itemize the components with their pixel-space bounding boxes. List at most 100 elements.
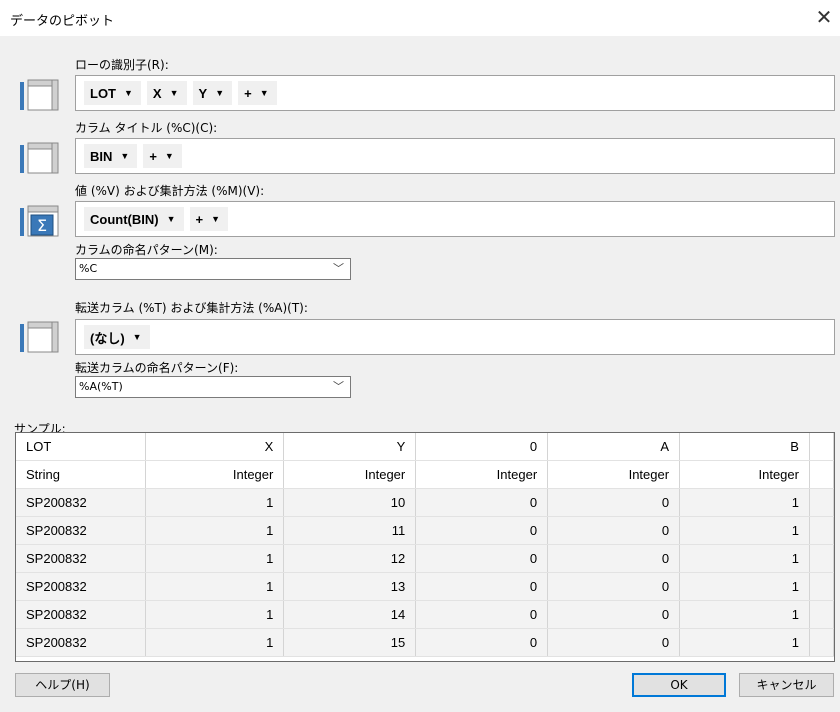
ok-button[interactable]: OK <box>632 673 726 697</box>
table-cell: 13 <box>283 572 417 601</box>
table-cell: 0 <box>415 628 549 657</box>
table-cell: 1 <box>145 516 285 545</box>
transfer-icon <box>16 320 64 356</box>
table-cell: 0 <box>415 600 549 629</box>
chevron-down-icon: ▼ <box>166 214 176 224</box>
table-cell: SP200832 <box>16 600 147 629</box>
grid-filler <box>809 460 834 489</box>
row-chip-y[interactable]: Y ▼ <box>192 81 233 105</box>
chevron-down-icon: ﹀ <box>333 380 344 393</box>
chevron-down-icon: ▼ <box>132 332 142 342</box>
chevron-down-icon: ▼ <box>215 88 225 98</box>
column-titles-label: カラム タイトル (%C)(C): <box>75 121 218 135</box>
value-chip-count-bin[interactable]: Count(BIN) ▼ <box>84 207 184 231</box>
sigma-icon: Σ <box>16 204 64 240</box>
column-type: Integer <box>415 460 549 489</box>
table-row: SP200832 1 11 0 0 1 <box>16 516 834 545</box>
table-cell: SP200832 <box>16 572 147 601</box>
table-cell: 1 <box>679 572 810 601</box>
svg-text:Σ: Σ <box>37 216 47 235</box>
column-type: Integer <box>679 460 810 489</box>
table-cell: 14 <box>283 600 417 629</box>
table-cell: 0 <box>547 628 681 657</box>
transfer-columns-dropzone[interactable]: (なし) ▼ <box>75 319 835 355</box>
grid-filler <box>809 516 834 545</box>
column-header[interactable]: 0 <box>415 433 549 461</box>
table-row: SP200832 1 10 0 0 1 <box>16 488 834 517</box>
row-chip-x[interactable]: X ▼ <box>146 81 187 105</box>
columns-icon <box>16 141 64 177</box>
transfer-chip-none[interactable]: (なし) ▼ <box>84 325 150 349</box>
row-identifiers-dropzone[interactable]: LOT ▼ X ▼ Y ▼ + ▼ <box>75 75 835 111</box>
grid-filler <box>809 488 834 517</box>
column-header[interactable]: A <box>547 433 681 461</box>
table-cell: 1 <box>679 600 810 629</box>
grid-filler <box>809 572 834 601</box>
table-cell: 0 <box>415 572 549 601</box>
table-cell: 1 <box>679 516 810 545</box>
column-type: Integer <box>283 460 417 489</box>
chevron-down-icon: ▼ <box>259 88 269 98</box>
table-cell: SP200832 <box>16 516 147 545</box>
column-naming-value: %C <box>79 262 98 275</box>
values-label: 値 (%V) および集計方法 (%M)(V): <box>75 184 265 198</box>
table-cell: 15 <box>283 628 417 657</box>
column-header[interactable]: LOT <box>16 433 147 461</box>
transfer-columns-label: 転送カラム (%T) および集計方法 (%A)(T): <box>75 301 308 315</box>
column-naming-combo[interactable]: %C ﹀ <box>75 258 351 280</box>
row-identifiers-label: ローの識別子(R): <box>75 58 169 72</box>
transfer-naming-combo[interactable]: %A(%T) ﹀ <box>75 376 351 398</box>
column-type: Integer <box>547 460 681 489</box>
help-button[interactable]: ヘルプ(H) <box>15 673 110 697</box>
type-row: String Integer Integer Integer Integer I… <box>16 460 834 489</box>
table-cell: 1 <box>145 628 285 657</box>
table-cell: SP200832 <box>16 488 147 517</box>
row-add-chip[interactable]: + ▼ <box>238 81 277 105</box>
grid-filler <box>809 544 834 573</box>
table-row: SP200832 1 12 0 0 1 <box>16 544 834 573</box>
table-cell: 1 <box>145 488 285 517</box>
sample-grid[interactable]: LOT X Y 0 A B String Integer Integer Int… <box>15 432 835 662</box>
column-header[interactable]: B <box>679 433 810 461</box>
value-add-chip[interactable]: + ▼ <box>189 207 229 231</box>
chevron-down-icon: ▼ <box>164 151 174 161</box>
table-row: SP200832 1 14 0 0 1 <box>16 600 834 629</box>
transfer-naming-label: 転送カラムの命名パターン(F): <box>75 361 239 375</box>
row-chip-lot[interactable]: LOT ▼ <box>84 81 141 105</box>
chevron-down-icon: ﹀ <box>333 262 344 275</box>
grid-filler <box>809 600 834 629</box>
close-icon[interactable]: ✕ <box>812 4 836 30</box>
table-cell: 1 <box>679 544 810 573</box>
sample-table: LOT X Y 0 A B String Integer Integer Int… <box>16 433 834 657</box>
transfer-naming-value: %A(%T) <box>79 380 123 393</box>
table-cell: 1 <box>145 544 285 573</box>
chevron-down-icon: ▼ <box>211 214 221 224</box>
column-add-chip[interactable]: + ▼ <box>143 144 182 168</box>
table-row: SP200832 1 13 0 0 1 <box>16 572 834 601</box>
table-cell: 11 <box>283 516 417 545</box>
grid-filler <box>809 433 834 461</box>
table-cell: SP200832 <box>16 544 147 573</box>
column-titles-dropzone[interactable]: BIN ▼ + ▼ <box>75 138 835 174</box>
table-cell: 0 <box>547 488 681 517</box>
table-cell: 10 <box>283 488 417 517</box>
column-header[interactable]: X <box>145 433 285 461</box>
values-dropzone[interactable]: Count(BIN) ▼ + ▼ <box>75 201 835 237</box>
cancel-button[interactable]: キャンセル <box>739 673 834 697</box>
column-naming-label: カラムの命名パターン(M): <box>75 243 218 257</box>
column-type: Integer <box>145 460 285 489</box>
table-cell: 0 <box>415 488 549 517</box>
column-header[interactable]: Y <box>283 433 417 461</box>
header-row: LOT X Y 0 A B <box>16 433 834 461</box>
chevron-down-icon: ▼ <box>169 88 179 98</box>
table-cell: 0 <box>547 600 681 629</box>
rows-icon <box>16 78 64 114</box>
title-bar <box>0 0 840 36</box>
column-chip-bin[interactable]: BIN ▼ <box>84 144 138 168</box>
dialog-title: データのピボット <box>10 14 115 29</box>
table-cell: SP200832 <box>16 628 147 657</box>
table-cell: 0 <box>547 572 681 601</box>
column-type: String <box>16 460 147 489</box>
chevron-down-icon: ▼ <box>124 88 133 98</box>
table-cell: 1 <box>145 600 285 629</box>
